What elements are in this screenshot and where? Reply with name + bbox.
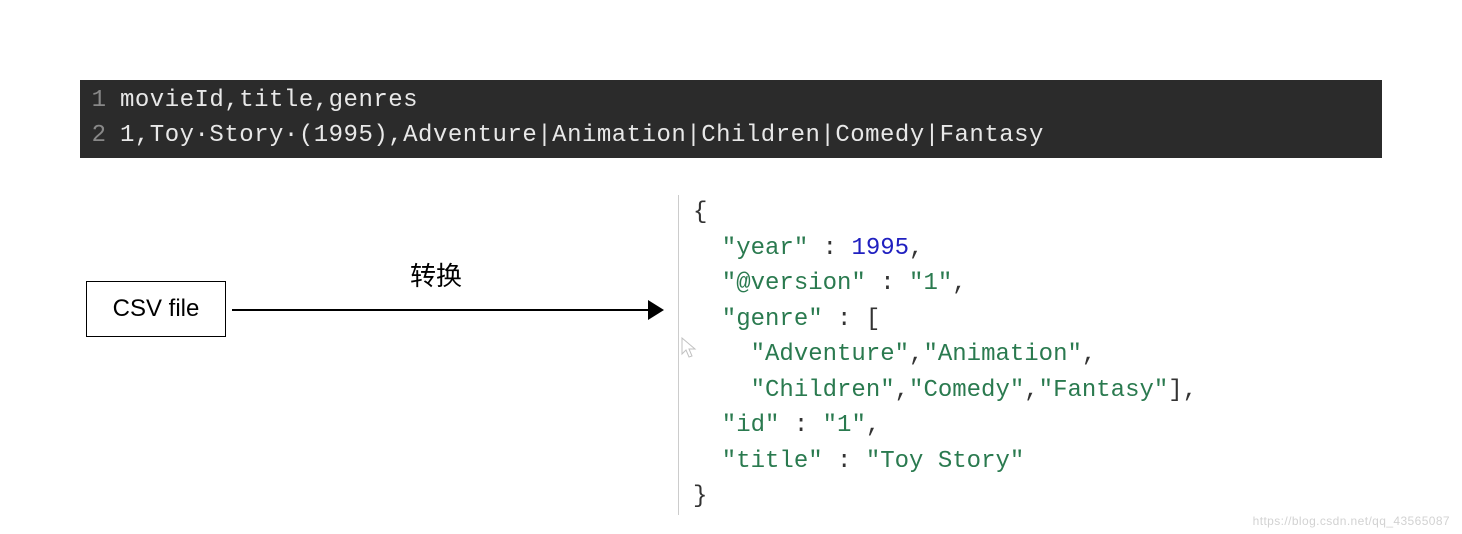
json-line-id: "id" : "1",: [693, 408, 1197, 444]
json-line-title: "title" : "Toy Story": [693, 444, 1197, 480]
transform-arrow: [232, 300, 664, 320]
line-content: 1,Toy·Story·(1995),Adventure|Animation|C…: [120, 119, 1044, 154]
line-content: movieId,title,genres: [120, 84, 418, 119]
watermark-text: https://blog.csdn.net/qq_43565087: [1253, 514, 1450, 528]
code-line-1: 1 movieId,title,genres: [80, 84, 1382, 119]
json-line-genre-items-2: "Children","Comedy","Fantasy"],: [693, 373, 1197, 409]
csv-file-box: CSV file: [86, 281, 226, 337]
csv-file-label: CSV file: [113, 295, 200, 323]
json-brace-close: }: [693, 479, 1197, 515]
line-number: 2: [80, 119, 120, 154]
arrow-line: [232, 309, 650, 311]
json-line-year: "year" : 1995,: [693, 231, 1197, 267]
json-output-block: { "year" : 1995, "@version" : "1", "genr…: [678, 195, 1197, 515]
json-line-genre: "genre" : [: [693, 302, 1197, 338]
json-line-genre-items-1: "Adventure","Animation",: [693, 337, 1197, 373]
arrow-label: 转换: [410, 256, 462, 293]
json-brace-open: {: [693, 195, 1197, 231]
arrow-head-icon: [648, 300, 664, 320]
code-line-2: 2 1,Toy·Story·(1995),Adventure|Animation…: [80, 119, 1382, 154]
csv-code-block: 1 movieId,title,genres 2 1,Toy·Story·(19…: [80, 80, 1382, 158]
line-number: 1: [80, 84, 120, 119]
json-line-version: "@version" : "1",: [693, 266, 1197, 302]
